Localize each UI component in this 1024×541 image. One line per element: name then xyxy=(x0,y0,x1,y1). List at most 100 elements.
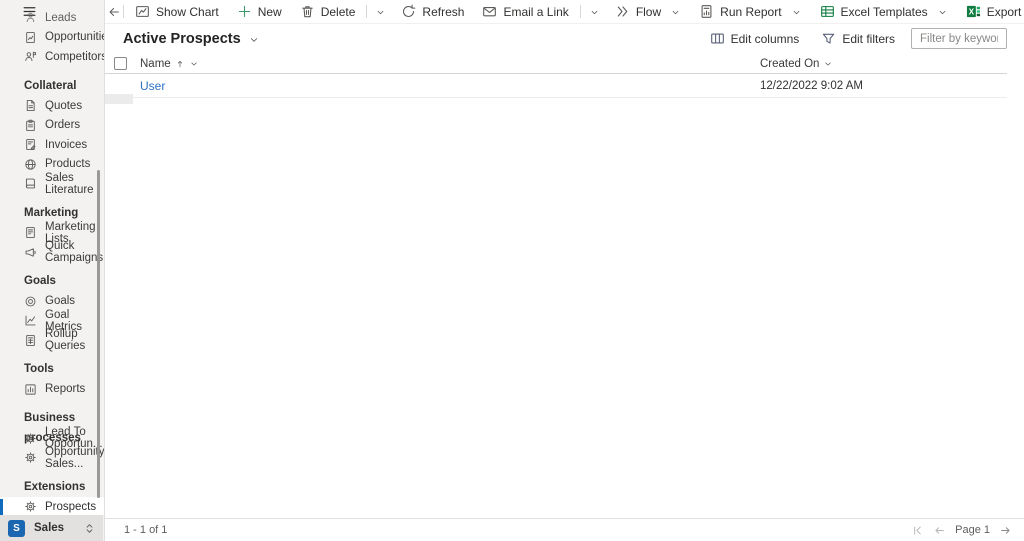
edit-filters-label: Edit filters xyxy=(842,32,895,46)
flow-button[interactable]: Flow xyxy=(606,0,690,23)
sidebar-item-prospects[interactable]: Prospects xyxy=(0,497,104,515)
filter-by-keyword-input[interactable] xyxy=(911,28,1007,49)
divider xyxy=(366,5,367,18)
show-chart-icon xyxy=(135,4,150,19)
sidebar-item-sales-literature[interactable]: Sales Literature xyxy=(0,174,104,194)
sidebar-item-opportunity-sales[interactable]: Opportunity Sales... xyxy=(0,448,104,468)
previous-page-icon[interactable] xyxy=(933,524,946,537)
view-title[interactable]: Active Prospects xyxy=(123,31,241,47)
column-label: Name xyxy=(140,58,171,70)
sidebar-item-quotes[interactable]: Quotes xyxy=(0,96,104,116)
command-label: Export to Excel xyxy=(987,5,1024,19)
sidebar-item-label: Products xyxy=(45,158,90,170)
show-chart-button[interactable]: Show Chart xyxy=(126,0,228,23)
quotes-icon xyxy=(24,99,37,112)
sidebar-item-label: Rollup Queries xyxy=(45,328,104,352)
products-icon xyxy=(24,158,37,171)
chevron-down-icon[interactable] xyxy=(823,59,833,69)
record-created-on: 12/22/2022 9:02 AM xyxy=(760,74,863,98)
app-tile: S xyxy=(8,520,25,537)
sidebar-item-label: Prospects xyxy=(45,501,96,513)
sidebar-scrollbar-thumb[interactable] xyxy=(97,170,100,498)
dynamics-crm-screen: LeadsOpportunitiesCompetitorsCollateralQ… xyxy=(0,0,1024,541)
pagination: Page 1 xyxy=(911,524,1012,537)
sitemap-sidebar: LeadsOpportunitiesCompetitorsCollateralQ… xyxy=(0,0,105,541)
sidebar-item-rollup-queries[interactable]: Rollup Queries xyxy=(0,331,104,351)
excel-file-icon: X xyxy=(966,4,981,19)
edit-columns-button[interactable]: Edit columns xyxy=(710,31,800,46)
process-gear-icon xyxy=(24,500,37,513)
page-label: Page 1 xyxy=(955,524,990,536)
sidebar-item-label: Quick Campaigns xyxy=(45,240,104,264)
leads-icon xyxy=(24,11,37,24)
goal-metrics-icon xyxy=(24,314,37,327)
status-bar: 1 - 1 of 1 Page 1 xyxy=(105,518,1024,541)
sidebar-item-orders[interactable]: Orders xyxy=(0,116,104,136)
sidebar-group-header-goals: Goals xyxy=(0,272,104,292)
next-page-icon[interactable] xyxy=(999,524,1012,537)
sidebar-item-leads[interactable]: Leads xyxy=(0,8,104,28)
sidebar-item-label: Orders xyxy=(45,119,80,131)
invoices-icon xyxy=(24,138,37,151)
command-bar-buttons: Show Chart NewDelete Refresh Email a Link Fl… xyxy=(126,0,1024,23)
main-content: Show Chart NewDelete Refresh Email a Link Fl… xyxy=(105,0,1024,541)
refresh-button[interactable]: Refresh xyxy=(392,0,473,23)
sidebar-item-label: Leads xyxy=(45,12,76,24)
chevron-down-icon xyxy=(791,7,802,18)
view-title-chevron-icon[interactable] xyxy=(248,34,260,46)
chevron-down-icon xyxy=(670,7,681,18)
chevron-down-icon xyxy=(937,7,948,18)
sidebar-item-quick-campaigns[interactable]: Quick Campaigns xyxy=(0,243,104,263)
new-button[interactable]: New xyxy=(228,0,291,23)
chevron-down-icon[interactable] xyxy=(189,59,199,69)
area-switcher-icon[interactable] xyxy=(83,522,96,535)
column-header-created-on[interactable]: Created On xyxy=(760,53,833,74)
area-switcher[interactable]: S Sales xyxy=(0,515,103,541)
sidebar-group-header-extensions: Extensions xyxy=(0,478,104,498)
command-label: Excel Templates xyxy=(841,5,928,19)
column-header-name[interactable]: Name xyxy=(140,53,199,74)
competitors-icon xyxy=(24,50,37,63)
email-a-link-button[interactable]: Email a Link xyxy=(473,0,577,23)
refresh-icon xyxy=(401,4,416,19)
delete-dropdown-button[interactable] xyxy=(369,0,392,23)
filter-funnel-icon xyxy=(821,31,836,46)
sidebar-item-reports[interactable]: Reports xyxy=(0,380,104,400)
command-label: Show Chart xyxy=(156,5,219,19)
rollup-queries-icon xyxy=(24,334,37,347)
orders-icon xyxy=(24,119,37,132)
sales-literature-icon xyxy=(24,177,37,190)
grid-corner-shadow xyxy=(105,94,133,104)
records-grid: Name Created On User 12/22/2022 9:02 AM xyxy=(105,53,1024,98)
edit-columns-label: Edit columns xyxy=(731,32,800,46)
sort-ascending-icon xyxy=(175,59,185,69)
command-label: Flow xyxy=(636,5,661,19)
record-name-link[interactable]: User xyxy=(140,74,165,98)
sidebar-nav: LeadsOpportunitiesCompetitorsCollateralQ… xyxy=(0,0,104,515)
divider xyxy=(123,5,124,18)
email-a-link-dropdown-button[interactable] xyxy=(583,0,606,23)
sidebar-item-label: Invoices xyxy=(45,139,87,151)
sidebar-item-invoices[interactable]: Invoices xyxy=(0,135,104,155)
command-bar: Show Chart NewDelete Refresh Email a Link Fl… xyxy=(105,0,1024,24)
sidebar-item-opportunities[interactable]: Opportunities xyxy=(0,28,104,48)
excel-templates-button[interactable]: Excel Templates xyxy=(811,0,957,23)
edit-filters-button[interactable]: Edit filters xyxy=(821,31,895,46)
delete-button[interactable]: Delete xyxy=(291,0,365,23)
back-button[interactable] xyxy=(107,0,121,23)
column-label: Created On xyxy=(760,58,819,70)
run-report-button[interactable]: Run Report xyxy=(690,0,810,23)
quick-campaigns-icon xyxy=(24,246,37,259)
table-row[interactable]: User 12/22/2022 9:02 AM xyxy=(105,74,1007,98)
svg-text:X: X xyxy=(968,7,974,16)
command-label: Email a Link xyxy=(503,5,568,19)
sidebar-item-label: Opportunities xyxy=(45,31,104,43)
first-page-icon[interactable] xyxy=(911,524,924,537)
divider xyxy=(580,5,581,18)
sidebar-item-competitors[interactable]: Competitors xyxy=(0,47,104,67)
command-label: Run Report xyxy=(720,5,781,19)
process-gear-icon xyxy=(24,451,37,464)
select-all-checkbox[interactable] xyxy=(114,57,127,70)
export-to-excel-button[interactable]: X Export to Excel xyxy=(957,0,1024,23)
excel-templates-icon xyxy=(820,4,835,19)
